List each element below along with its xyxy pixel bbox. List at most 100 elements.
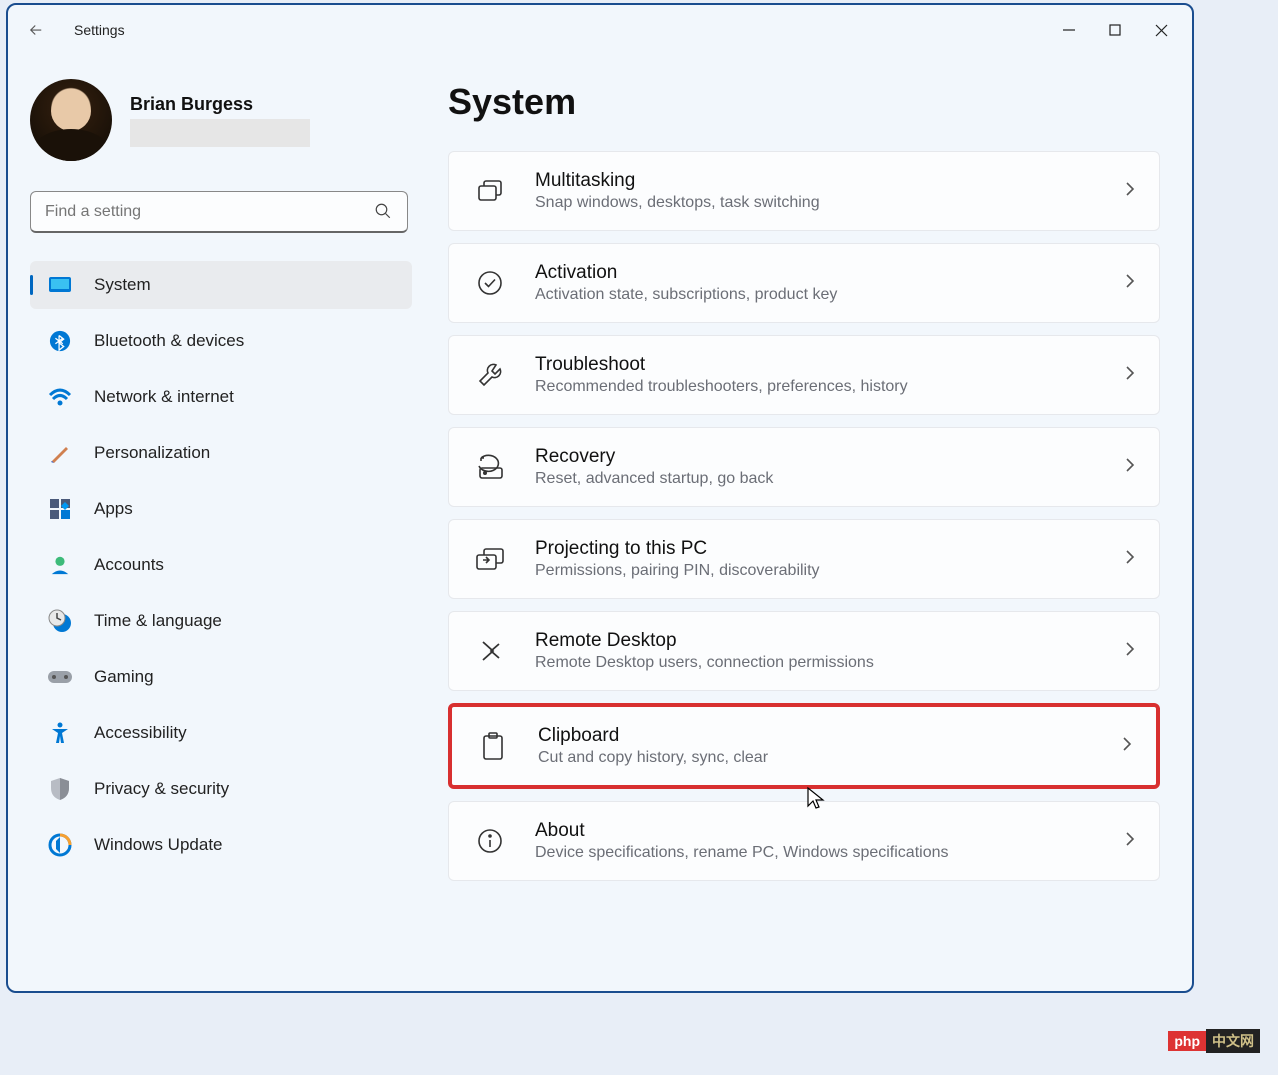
remote-icon [473, 638, 507, 664]
card-title: Projecting to this PC [535, 538, 820, 560]
sidebar-item-label: Privacy & security [94, 779, 229, 799]
accessibility-icon [46, 719, 74, 747]
clock-globe-icon [46, 607, 74, 635]
update-icon [46, 831, 74, 859]
card-subtitle: Activation state, subscriptions, product… [535, 286, 837, 304]
main-content: System MultitaskingSnap windows, desktop… [428, 55, 1192, 991]
card-title: Remote Desktop [535, 630, 874, 652]
minimize-icon [1063, 24, 1075, 36]
wrench-icon [473, 361, 507, 389]
nav-list: System Bluetooth & devices Network & inter… [30, 261, 412, 869]
chevron-right-icon [1125, 273, 1135, 294]
settings-list: MultitaskingSnap windows, desktops, task… [448, 151, 1160, 881]
sidebar-item-accounts[interactable]: Accounts [30, 541, 412, 589]
window-body: Brian Burgess System Bluetooth & devices N… [8, 55, 1192, 991]
card-subtitle: Device specifications, rename PC, Window… [535, 844, 949, 862]
profile[interactable]: Brian Burgess [30, 79, 412, 161]
setting-card-clipboard[interactable]: Clipboard Cut and copy history, sync, cle… [448, 703, 1160, 789]
sidebar-item-system[interactable]: System [30, 261, 412, 309]
card-text: Remote Desktop Remote Desktop users, conn… [535, 630, 874, 672]
sidebar-item-label: Gaming [94, 667, 154, 687]
chevron-right-icon [1125, 831, 1135, 852]
close-icon [1155, 24, 1168, 37]
clipboard-icon [476, 731, 510, 761]
bluetooth-icon [46, 327, 74, 355]
setting-card-troubleshoot[interactable]: Troubleshoot Recommended troubleshooters,… [448, 335, 1160, 415]
card-title: Troubleshoot [535, 354, 908, 376]
sidebar-item-time-language[interactable]: Time & language [30, 597, 412, 645]
chevron-right-icon [1125, 641, 1135, 662]
arrow-left-icon [27, 21, 45, 39]
titlebar: Settings [8, 5, 1192, 55]
chevron-right-icon [1125, 457, 1135, 478]
project-icon [473, 547, 507, 571]
card-subtitle: Remote Desktop users, connection permiss… [535, 654, 874, 672]
setting-card-remote-desktop[interactable]: Remote Desktop Remote Desktop users, conn… [448, 611, 1160, 691]
sidebar-item-privacy-security[interactable]: Privacy & security [30, 765, 412, 813]
brush-icon [46, 439, 74, 467]
card-title: Multitasking [535, 170, 820, 192]
watermark-left: php [1168, 1031, 1206, 1051]
sidebar-item-label: Windows Update [94, 835, 223, 855]
card-title: Recovery [535, 446, 773, 468]
setting-card-multitasking[interactable]: MultitaskingSnap windows, desktops, task… [448, 151, 1160, 231]
sidebar: Brian Burgess System Bluetooth & devices N… [8, 55, 428, 991]
sidebar-item-label: Personalization [94, 443, 210, 463]
sidebar-item-gaming[interactable]: Gaming [30, 653, 412, 701]
card-text: MultitaskingSnap windows, desktops, task… [535, 170, 820, 212]
search-wrap [30, 191, 412, 233]
page-title: System [448, 81, 1160, 123]
back-button[interactable] [16, 21, 56, 39]
sidebar-item-bluetooth-devices[interactable]: Bluetooth & devices [30, 317, 412, 365]
search-input[interactable] [30, 191, 408, 233]
setting-card-recovery[interactable]: Recovery Reset, advanced startup, go back [448, 427, 1160, 507]
minimize-button[interactable] [1046, 14, 1092, 46]
app-name: Settings [74, 22, 125, 38]
card-text: Troubleshoot Recommended troubleshooters,… [535, 354, 908, 396]
card-title: Clipboard [538, 725, 768, 747]
person-icon [46, 551, 74, 579]
sidebar-item-label: Accessibility [94, 723, 187, 743]
sidebar-item-label: Time & language [94, 611, 222, 631]
card-subtitle: Permissions, pairing PIN, discoverabilit… [535, 562, 820, 580]
sidebar-item-label: System [94, 275, 151, 295]
profile-subtext [130, 119, 310, 147]
card-text: Clipboard Cut and copy history, sync, cle… [538, 725, 768, 767]
card-subtitle: Cut and copy history, sync, clear [538, 749, 768, 767]
setting-card-about[interactable]: AboutDevice specifications, rename PC, W… [448, 801, 1160, 881]
sidebar-item-windows-update[interactable]: Windows Update [30, 821, 412, 869]
chevron-right-icon [1125, 181, 1135, 202]
check-circle-icon [473, 270, 507, 296]
setting-card-projecting-to-this-pc[interactable]: Projecting to this PC Permissions, pairin… [448, 519, 1160, 599]
wifi-icon [46, 383, 74, 411]
settings-window: Settings Brian Burgess [6, 3, 1194, 993]
sidebar-item-label: Network & internet [94, 387, 234, 407]
card-text: AboutDevice specifications, rename PC, W… [535, 820, 949, 862]
chevron-right-icon [1125, 365, 1135, 386]
chevron-right-icon [1122, 736, 1132, 757]
card-subtitle: Reset, advanced startup, go back [535, 470, 773, 488]
search-icon [374, 202, 392, 225]
maximize-button[interactable] [1092, 14, 1138, 46]
card-title: Activation [535, 262, 837, 284]
card-subtitle: Recommended troubleshooters, preferences… [535, 378, 908, 396]
maximize-icon [1109, 24, 1121, 36]
window-controls [1046, 14, 1184, 46]
sidebar-item-network-internet[interactable]: Network & internet [30, 373, 412, 421]
sidebar-item-personalization[interactable]: Personalization [30, 429, 412, 477]
profile-info: Brian Burgess [130, 94, 310, 147]
sidebar-item-label: Accounts [94, 555, 164, 575]
sidebar-item-label: Apps [94, 499, 133, 519]
setting-card-activation[interactable]: Activation Activation state, subscription… [448, 243, 1160, 323]
monitor-icon [46, 271, 74, 299]
sidebar-item-apps[interactable]: Apps [30, 485, 412, 533]
apps-icon [46, 495, 74, 523]
gamepad-icon [46, 663, 74, 691]
sidebar-item-accessibility[interactable]: Accessibility [30, 709, 412, 757]
close-button[interactable] [1138, 14, 1184, 46]
sidebar-item-label: Bluetooth & devices [94, 331, 244, 351]
avatar [30, 79, 112, 161]
chevron-right-icon [1125, 549, 1135, 570]
recovery-icon [473, 454, 507, 480]
multitask-icon [473, 179, 507, 203]
